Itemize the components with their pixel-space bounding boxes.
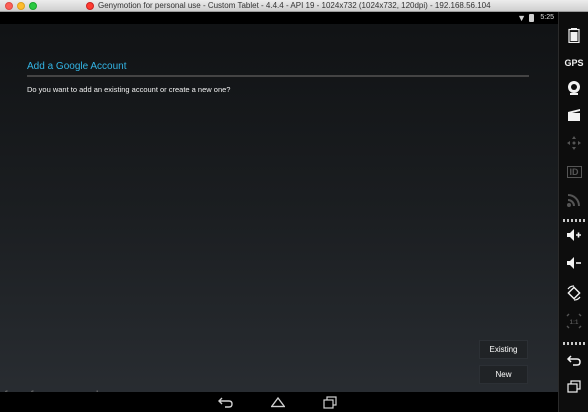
window-title: Genymotion for personal use - Custom Tab…	[98, 1, 491, 10]
camera-icon	[568, 81, 580, 95]
navigation-bar	[0, 392, 558, 412]
back-icon	[566, 355, 581, 366]
nav-home-button[interactable]	[268, 394, 288, 410]
device-id-button[interactable]: ID	[562, 161, 586, 183]
recent-apps-icon	[323, 396, 337, 409]
camera-widget-button[interactable]	[562, 77, 586, 99]
dialog-title: Add a Google Account	[27, 61, 127, 72]
existing-account-button[interactable]: Existing	[479, 340, 528, 359]
side-back-button[interactable]	[562, 349, 586, 371]
volume-down-icon	[567, 257, 581, 269]
panel-separator	[563, 219, 585, 222]
status-bar: ▼ 5:25	[0, 12, 558, 24]
pixel-perfect-button[interactable]: 1:1	[562, 310, 586, 332]
volume-up-icon	[567, 229, 581, 241]
rss-icon	[567, 194, 580, 207]
side-recent-apps-button[interactable]	[562, 376, 586, 398]
genymotion-logo-icon	[86, 2, 94, 10]
gps-widget-button[interactable]: GPS	[562, 52, 586, 74]
dialog-divider	[27, 75, 529, 77]
rotate-icon	[567, 285, 581, 301]
dpad-icon	[567, 136, 581, 150]
home-icon	[271, 396, 285, 408]
svg-text:1:1: 1:1	[570, 320, 579, 326]
id-icon: ID	[566, 166, 582, 178]
gps-icon: GPS	[564, 58, 584, 68]
status-time: 5:25	[540, 14, 554, 21]
close-window-button[interactable]	[5, 2, 13, 10]
volume-up-button[interactable]	[562, 224, 586, 246]
video-capture-button[interactable]	[562, 104, 586, 126]
genymotion-side-panel: GPS ID 1:1	[558, 12, 588, 412]
maximize-window-button[interactable]	[29, 2, 37, 10]
android-screen: ▼ 5:25 Add a Google Account Do you want …	[0, 12, 558, 412]
battery-icon	[529, 14, 534, 22]
back-icon	[218, 397, 233, 408]
wifi-icon: ▼	[517, 13, 526, 23]
nav-recent-apps-button[interactable]	[320, 394, 340, 410]
nav-back-button[interactable]	[216, 394, 236, 410]
recent-apps-icon	[567, 380, 581, 393]
video-icon	[568, 109, 580, 121]
dpad-widget-button[interactable]	[562, 132, 586, 154]
network-widget-button[interactable]	[562, 189, 586, 211]
dialog-message: Do you want to add an existing account o…	[27, 85, 231, 94]
battery-widget-button[interactable]	[562, 24, 586, 46]
battery-icon	[568, 28, 580, 43]
new-account-button[interactable]: New	[479, 365, 528, 384]
scale-icon: 1:1	[566, 313, 582, 329]
panel-separator	[563, 342, 585, 345]
window-titlebar: Genymotion for personal use - Custom Tab…	[0, 0, 588, 12]
minimize-window-button[interactable]	[17, 2, 25, 10]
volume-down-button[interactable]	[562, 252, 586, 274]
rotate-screen-button[interactable]	[562, 282, 586, 304]
